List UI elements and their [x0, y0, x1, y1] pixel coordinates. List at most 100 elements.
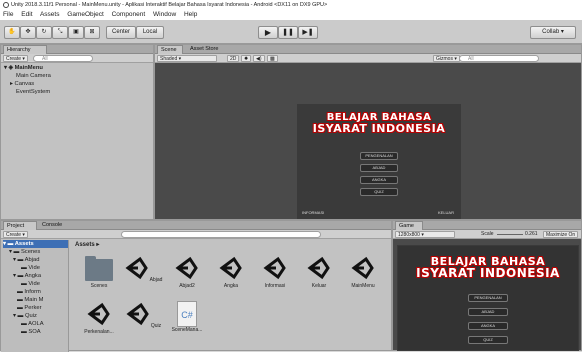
menu-component[interactable]: Component: [112, 11, 146, 18]
tree-item-angka[interactable]: ▾ ▬ Angka: [3, 272, 68, 280]
unity-scene-icon: [219, 256, 242, 280]
game-view-render: BELAJAR BAHASA ISYARAT INDONESIA PENGENA…: [397, 245, 579, 351]
project-folder-tree: ▾ ▬ Assets ▾ ▬ Scenes ▾ ▬ Abjad ▬ Vide ▾…: [1, 240, 69, 352]
asset-mainmenu-scene[interactable]: MainMenu: [343, 255, 383, 289]
maximize-on-play-toggle[interactable]: Maximize On: [543, 231, 579, 238]
hierarchy-item-eventsystem[interactable]: EventSystem: [4, 88, 153, 96]
lighting-icon[interactable]: ✹: [241, 55, 252, 62]
rect-tool-icon[interactable]: ▣: [68, 26, 84, 39]
asset-abjad-scene[interactable]: Abjad: [123, 255, 163, 283]
mode-2d-toggle[interactable]: 2D: [227, 55, 240, 62]
asset-perkenalan-scene[interactable]: Perkenalan...: [79, 301, 119, 335]
game-button-quiz[interactable]: QUIZ: [468, 336, 508, 344]
step-button[interactable]: ▶❚: [298, 26, 318, 39]
asset-scenes-folder[interactable]: Scenes: [79, 256, 119, 289]
project-breadcrumb[interactable]: Assets ▸: [71, 240, 391, 250]
project-panel: Project Console Create ▾ ▾ ▬ Assets ▾ ▬ …: [0, 220, 392, 352]
tab-game[interactable]: Game: [395, 221, 423, 230]
audio-icon[interactable]: ◀): [253, 55, 265, 62]
unity-scene-icon: [307, 256, 330, 280]
tree-item-assets[interactable]: ▾ ▬ Assets: [3, 240, 68, 248]
hierarchy-create-button[interactable]: Create ▾: [3, 55, 28, 62]
tree-item-aola[interactable]: ▬ AOLA: [3, 320, 68, 328]
resolution-dropdown[interactable]: 1280x800 ▾: [395, 231, 455, 238]
tree-item-mainmenu[interactable]: ▬ Main M: [3, 296, 68, 304]
menu-bar: File Edit Assets GameObject Component Wi…: [0, 10, 582, 20]
tab-asset-store[interactable]: Asset Store: [187, 45, 237, 54]
scale-value: 0.261: [525, 231, 538, 237]
menu-assets[interactable]: Assets: [40, 11, 60, 18]
app-button-quiz[interactable]: QUIZ: [360, 188, 398, 196]
gizmos-dropdown[interactable]: Gizmos ▾: [433, 55, 460, 62]
hierarchy-panel: Hierarchy Create ▾ All ▾ ◈ MainMenu Main…: [0, 44, 154, 220]
app-footer-informasi[interactable]: INFORMASI: [302, 210, 324, 215]
unity-scene-icon: [175, 256, 198, 280]
menu-gameobject[interactable]: GameObject: [67, 11, 104, 18]
project-create-button[interactable]: Create ▾: [3, 231, 28, 238]
scale-slider[interactable]: [497, 234, 523, 235]
tree-item-quiz[interactable]: ▾ ▬ Quiz: [3, 312, 68, 320]
game-canvas-preview: BELAJAR BAHASA ISYARAT INDONESIA PENGENA…: [297, 104, 461, 219]
game-button-abjad[interactable]: ABJAD: [468, 308, 508, 316]
rotate-tool-icon[interactable]: ↻: [36, 26, 52, 39]
tree-item-perkenalan[interactable]: ▬ Perker: [3, 304, 68, 312]
menu-file[interactable]: File: [3, 11, 13, 18]
collab-button[interactable]: Collab ▾: [530, 26, 576, 39]
game-button-pengenalan[interactable]: PENGENALAN: [468, 294, 508, 302]
transform-tool-icon[interactable]: ⊠: [84, 26, 100, 39]
tree-item-informasi[interactable]: ▬ Inform: [3, 288, 68, 296]
unity-scene-icon: [125, 256, 148, 280]
tree-item-scenes[interactable]: ▾ ▬ Scenes: [3, 248, 68, 256]
app-button-abjad[interactable]: ABJAD: [360, 164, 398, 172]
unity-scene-icon: [126, 302, 149, 326]
play-button[interactable]: ▶: [258, 26, 278, 39]
tree-item-video-2[interactable]: ▬ Vide: [3, 280, 68, 288]
asset-scenemanager-script[interactable]: C# SceneMana...: [167, 301, 207, 333]
app-button-pengenalan[interactable]: PENGENALAN: [360, 152, 398, 160]
space-toggle[interactable]: Local: [136, 26, 164, 39]
asset-abjad2-scene[interactable]: Abjad2: [167, 255, 207, 289]
tab-scene[interactable]: Scene: [157, 45, 183, 54]
effects-icon[interactable]: ▩: [267, 55, 278, 62]
hierarchy-search-input[interactable]: All: [33, 55, 93, 62]
scale-tool-icon[interactable]: ⤡: [52, 26, 68, 39]
asset-angka-scene[interactable]: Angka: [211, 255, 251, 289]
scene-root-item[interactable]: ▾ ◈ MainMenu: [4, 64, 153, 72]
menu-help[interactable]: Help: [184, 11, 197, 18]
app-footer-keluar[interactable]: KELUAR: [438, 210, 454, 215]
asset-informasi-scene[interactable]: Informasi: [255, 255, 295, 289]
shading-dropdown[interactable]: Shaded ▾: [157, 55, 217, 62]
unity-logo-icon: [3, 1, 9, 8]
hierarchy-item-canvas[interactable]: ▸ Canvas: [4, 80, 153, 88]
tree-item-abjad[interactable]: ▾ ▬ Abjad: [3, 256, 68, 264]
tree-item-soa[interactable]: ▬ SOA: [3, 328, 68, 336]
game-button-angka[interactable]: ANGKA: [468, 322, 508, 330]
menu-window[interactable]: Window: [153, 11, 176, 18]
tree-item-video[interactable]: ▬ Vide: [3, 264, 68, 272]
unity-scene-icon: [87, 302, 110, 326]
scene-panel: Scene Asset Store Shaded ▾ 2D ✹ ◀) ▩ Giz…: [154, 44, 582, 220]
asset-quiz-scene[interactable]: Quiz: [123, 301, 163, 329]
hierarchy-tree: ▾ ◈ MainMenu Main Camera ▸ Canvas EventS…: [1, 63, 153, 96]
window-title: Unity 2018.3.11f1 Personal - MainMenu.un…: [0, 0, 582, 10]
hierarchy-item-main-camera[interactable]: Main Camera: [4, 72, 153, 80]
scene-search-input[interactable]: All: [459, 55, 539, 62]
asset-grid: Scenes Abjad Abjad2 Angka Informasi Kelu…: [71, 251, 391, 351]
hand-tool-icon[interactable]: ✋: [4, 26, 20, 39]
project-search-input[interactable]: [121, 231, 321, 238]
unity-scene-icon: [263, 256, 286, 280]
app-button-angka[interactable]: ANGKA: [360, 176, 398, 184]
move-tool-icon[interactable]: ✥: [20, 26, 36, 39]
scale-label: Scale: [481, 231, 494, 237]
game-title-line2: ISYARAT INDONESIA: [416, 266, 560, 280]
tab-console[interactable]: Console: [39, 221, 73, 230]
csharp-script-icon: C#: [177, 301, 197, 327]
menu-edit[interactable]: Edit: [21, 11, 32, 18]
tab-hierarchy[interactable]: Hierarchy: [3, 45, 47, 54]
pause-button[interactable]: ❚❚: [278, 26, 298, 39]
pivot-toggle[interactable]: Center: [106, 26, 136, 39]
asset-keluar-scene[interactable]: Keluar: [299, 255, 339, 289]
game-panel: Game 1280x800 ▾ Scale 0.261 Maximize On …: [392, 220, 582, 351]
tab-project[interactable]: Project: [3, 221, 37, 230]
folder-icon: [85, 256, 113, 281]
